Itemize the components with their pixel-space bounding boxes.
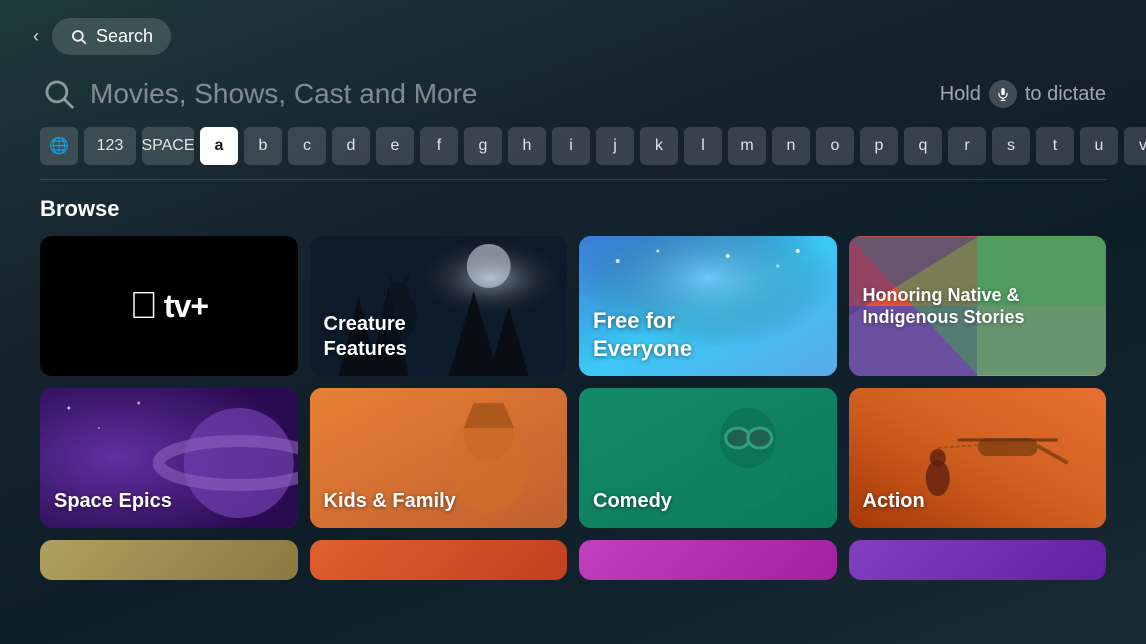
key-f[interactable]: f (420, 127, 458, 165)
appletv-logo:  tv+ (129, 285, 208, 328)
kids-label: Kids & Family (324, 489, 456, 514)
key-e[interactable]: e (376, 127, 414, 165)
search-large-icon (40, 75, 78, 113)
back-arrow[interactable]: ‹ (24, 25, 48, 49)
action-label: Action (863, 489, 925, 514)
keyboard-row: 🌐 123 SPACE a b c d e f g h i j k l m n … (0, 119, 1146, 175)
browse-card-native[interactable]: Honoring Native & Indigenous Stories (849, 236, 1107, 376)
search-placeholder[interactable]: Movies, Shows, Cast and More (90, 78, 940, 110)
key-v[interactable]: v (1124, 127, 1146, 165)
key-k[interactable]: k (640, 127, 678, 165)
key-m[interactable]: m (728, 127, 766, 165)
key-c[interactable]: c (288, 127, 326, 165)
key-u[interactable]: u (1080, 127, 1118, 165)
browse-card-creature[interactable]: Creature Features (310, 236, 568, 376)
top-nav: ‹ Search (0, 0, 1146, 65)
free-label: Free for Everyone (593, 307, 692, 362)
dictate-hold: Hold (940, 83, 981, 106)
mic-icon (989, 80, 1017, 108)
key-r[interactable]: r (948, 127, 986, 165)
divider (40, 179, 1106, 180)
key-q[interactable]: q (904, 127, 942, 165)
browse-card-action[interactable]: Action (849, 388, 1107, 528)
browse-grid:  tv+ (40, 236, 1106, 528)
native-label: Honoring Native & Indigenous Stories (849, 236, 1107, 376)
space-label: Space Epics (54, 489, 172, 514)
browse-title: Browse (40, 196, 1106, 222)
key-s[interactable]: s (992, 127, 1030, 165)
creature-label: Creature Features (324, 312, 407, 362)
key-n[interactable]: n (772, 127, 810, 165)
browse-card-partial-1[interactable] (40, 540, 298, 580)
appletv-text: tv+ (164, 288, 208, 325)
dictate-hint: Hold to dictate (940, 80, 1106, 108)
key-b[interactable]: b (244, 127, 282, 165)
search-nav-label: Search (96, 26, 153, 47)
key-d[interactable]: d (332, 127, 370, 165)
browse-card-kids[interactable]: Kids & Family (310, 388, 568, 528)
browse-card-space[interactable]: Space Epics (40, 388, 298, 528)
search-bar-area: Movies, Shows, Cast and More Hold to dic… (0, 65, 1146, 119)
dictate-to: to dictate (1025, 83, 1106, 106)
browse-card-appletv[interactable]:  tv+ (40, 236, 298, 376)
key-h[interactable]: h (508, 127, 546, 165)
key-l[interactable]: l (684, 127, 722, 165)
key-i[interactable]: i (552, 127, 590, 165)
comedy-label: Comedy (593, 489, 672, 514)
browse-card-free[interactable]: Free for Everyone (579, 236, 837, 376)
browse-card-partial-3[interactable] (579, 540, 837, 580)
browse-section: Browse  tv+ (0, 196, 1146, 580)
search-nav-pill[interactable]: Search (52, 18, 171, 55)
browse-card-comedy[interactable]: Comedy (579, 388, 837, 528)
key-j[interactable]: j (596, 127, 634, 165)
browse-grid-row3 (40, 540, 1106, 580)
key-123[interactable]: 123 (84, 127, 136, 165)
key-space[interactable]: SPACE (142, 127, 194, 165)
browse-card-partial-2[interactable] (310, 540, 568, 580)
apple-symbol:  (129, 285, 158, 328)
browse-card-partial-4[interactable] (849, 540, 1107, 580)
search-icon (70, 28, 88, 46)
key-t[interactable]: t (1036, 127, 1074, 165)
key-p[interactable]: p (860, 127, 898, 165)
key-a[interactable]: a (200, 127, 238, 165)
key-o[interactable]: o (816, 127, 854, 165)
key-globe[interactable]: 🌐 (40, 127, 78, 165)
key-g[interactable]: g (464, 127, 502, 165)
